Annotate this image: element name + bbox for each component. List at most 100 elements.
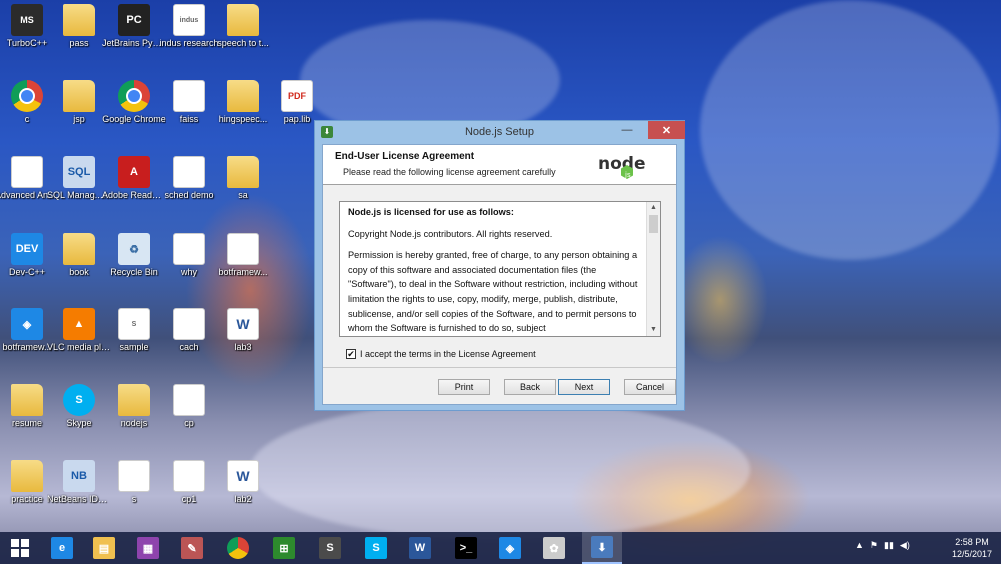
desktop-icon[interactable]: hingspeec... (213, 80, 273, 124)
desktop-icon-label: lab3 (234, 342, 252, 352)
license-body: Permission is hereby granted, free of ch… (348, 250, 638, 334)
desktop-icon[interactable]: Wlab3 (213, 308, 273, 352)
system-tray: ▲ ⚑ ▮▮ ◀) (855, 540, 910, 551)
flag-icon[interactable]: ⚑ (870, 540, 878, 551)
desktop-icon-label: cp (184, 418, 194, 428)
clock-time: 2:58 PM (955, 537, 989, 547)
desktop-icon[interactable]: s (104, 460, 164, 504)
folder-icon (11, 384, 43, 416)
doc-icon (173, 384, 205, 416)
desktop-icon[interactable]: book (49, 233, 109, 277)
installer-icon: ⬇ (321, 126, 333, 138)
desktop-icon[interactable]: PCJetBrains PyCharm ... (102, 4, 166, 48)
desktop-icon[interactable]: S Skype (49, 384, 109, 428)
taskbar-skype[interactable]: S (356, 532, 396, 564)
doc-icon: indus (173, 4, 205, 36)
desktop-icon[interactable]: A Adobe Reader XI (102, 156, 166, 200)
desktop-icon[interactable]: indus indus research (159, 4, 219, 48)
volume-icon[interactable]: ◀) (900, 540, 910, 551)
desktop-icon[interactable]: nodejs (104, 384, 164, 428)
taskbar-cmd[interactable]: >_ (446, 532, 486, 564)
taskbar-node-setup[interactable]: ⬇ (582, 532, 622, 564)
header-subtitle: Please read the following license agreem… (343, 167, 556, 177)
print-button[interactable]: Print (438, 379, 490, 395)
dialog-header: End-User License Agreement Please read t… (323, 145, 676, 185)
wallpaper-snow (250, 400, 750, 540)
scroll-down-icon[interactable]: ▼ (647, 324, 660, 336)
desktop-icon[interactable]: botframew... (213, 233, 273, 277)
desktop-icon[interactable]: ▲VLC media player (47, 308, 111, 352)
scroll-thumb[interactable] (649, 215, 658, 233)
doc-icon (173, 156, 205, 188)
network-icon[interactable]: ▮▮ (884, 540, 894, 551)
botframework-icon: ◈ (499, 537, 521, 559)
doc-icon (173, 233, 205, 265)
windows-logo-icon (11, 539, 29, 557)
accept-terms-row[interactable]: ✔ I accept the terms in the License Agre… (346, 349, 536, 359)
accept-terms-label: I accept the terms in the License Agreem… (360, 349, 536, 359)
desktop-icon[interactable]: PDF pap.lib (267, 80, 327, 124)
blue-icon: ◈ (11, 308, 43, 340)
netbeans-icon: SQL (63, 156, 95, 188)
desktop-icon[interactable]: faiss (159, 80, 219, 124)
desktop-icon[interactable]: sa (213, 156, 273, 200)
license-textbox[interactable]: Node.js is licensed for use as follows: … (339, 201, 661, 337)
taskbar-winrar[interactable]: ▦ (128, 532, 168, 564)
clock[interactable]: 2:58 PM 12/5/2017 (949, 536, 995, 560)
chrome-icon (118, 80, 150, 112)
desktop-icon[interactable]: Wlab2 (213, 460, 273, 504)
taskbar-tools[interactable]: ✎ (172, 532, 212, 564)
doc-icon: S (118, 308, 150, 340)
desktop-icon[interactable]: speech to t... (213, 4, 273, 48)
taskbar-internet-explorer[interactable]: e (42, 532, 82, 564)
desktop-icon[interactable]: jsp (49, 80, 109, 124)
desktop-icon[interactable]: why (159, 233, 219, 277)
tray-expand-icon[interactable]: ▲ (855, 540, 864, 551)
taskbar: e ▤ ▦ ✎ ⊞ S S W >_ ◈ ✿ ⬇ ▲ ⚑ ▮▮ ◀) 2:58 PM 12/5/201… (0, 532, 1001, 564)
word-icon: W (227, 460, 259, 492)
desktop-icon[interactable]: sched demo (159, 156, 219, 200)
minimize-button[interactable]: — (616, 121, 638, 139)
taskbar-store[interactable]: ⊞ (264, 532, 304, 564)
taskbar-paint[interactable]: ✿ (534, 532, 574, 564)
desktop-icon[interactable]: cp (159, 384, 219, 428)
desktop-icon[interactable]: ♻ Recycle Bin (104, 233, 164, 277)
accept-terms-checkbox[interactable]: ✔ (346, 349, 356, 359)
desktop-icon[interactable]: SQLSQL Manag... - Shortcut (47, 156, 111, 200)
desktop-icon-label: sa (238, 190, 248, 200)
doc-icon (227, 233, 259, 265)
taskbar-file-explorer[interactable]: ▤ (84, 532, 124, 564)
desktop-icon[interactable]: cp1 (159, 460, 219, 504)
cancel-button[interactable]: Cancel (624, 379, 676, 395)
folder-icon (227, 156, 259, 188)
desktop-icon[interactable]: pass (49, 4, 109, 48)
pdf-icon: PDF (281, 80, 313, 112)
nodejs-logo-icon: node js (598, 154, 645, 179)
desktop-icon[interactable]: cach (159, 308, 219, 352)
folder-icon (227, 80, 259, 112)
desktop-icon-label: botframew... (218, 267, 268, 277)
adobe-icon: A (118, 156, 150, 188)
doc-icon (173, 460, 205, 492)
taskbar-chrome[interactable] (218, 532, 258, 564)
folder-icon (227, 4, 259, 36)
next-button[interactable]: Next (558, 379, 610, 395)
dialog-titlebar[interactable]: ⬇ Node.js Setup — ✕ (315, 121, 685, 143)
scroll-up-icon[interactable]: ▲ (647, 202, 660, 214)
skype-icon: S (63, 384, 95, 416)
desktop-icon[interactable]: NBNetBeans IDE 8.0.2 (47, 460, 111, 504)
taskbar-sublime[interactable]: S (310, 532, 350, 564)
license-scrollbar[interactable]: ▲ ▼ (646, 202, 660, 336)
chrome-icon (11, 80, 43, 112)
store-icon: ⊞ (273, 537, 295, 559)
back-button[interactable]: Back (504, 379, 556, 395)
close-button[interactable]: ✕ (648, 121, 685, 139)
taskbar-botframework[interactable]: ◈ (490, 532, 530, 564)
taskbar-start[interactable] (0, 532, 40, 564)
desktop-icon[interactable]: Ssample (104, 308, 164, 352)
folder-icon (63, 233, 95, 265)
desktop-icon[interactable]: Google Chrome (102, 80, 166, 124)
license-text: Node.js is licensed for use as follows: … (348, 205, 640, 336)
license-copyright: Copyright Node.js contributors. All righ… (348, 228, 553, 239)
taskbar-word[interactable]: W (400, 532, 440, 564)
